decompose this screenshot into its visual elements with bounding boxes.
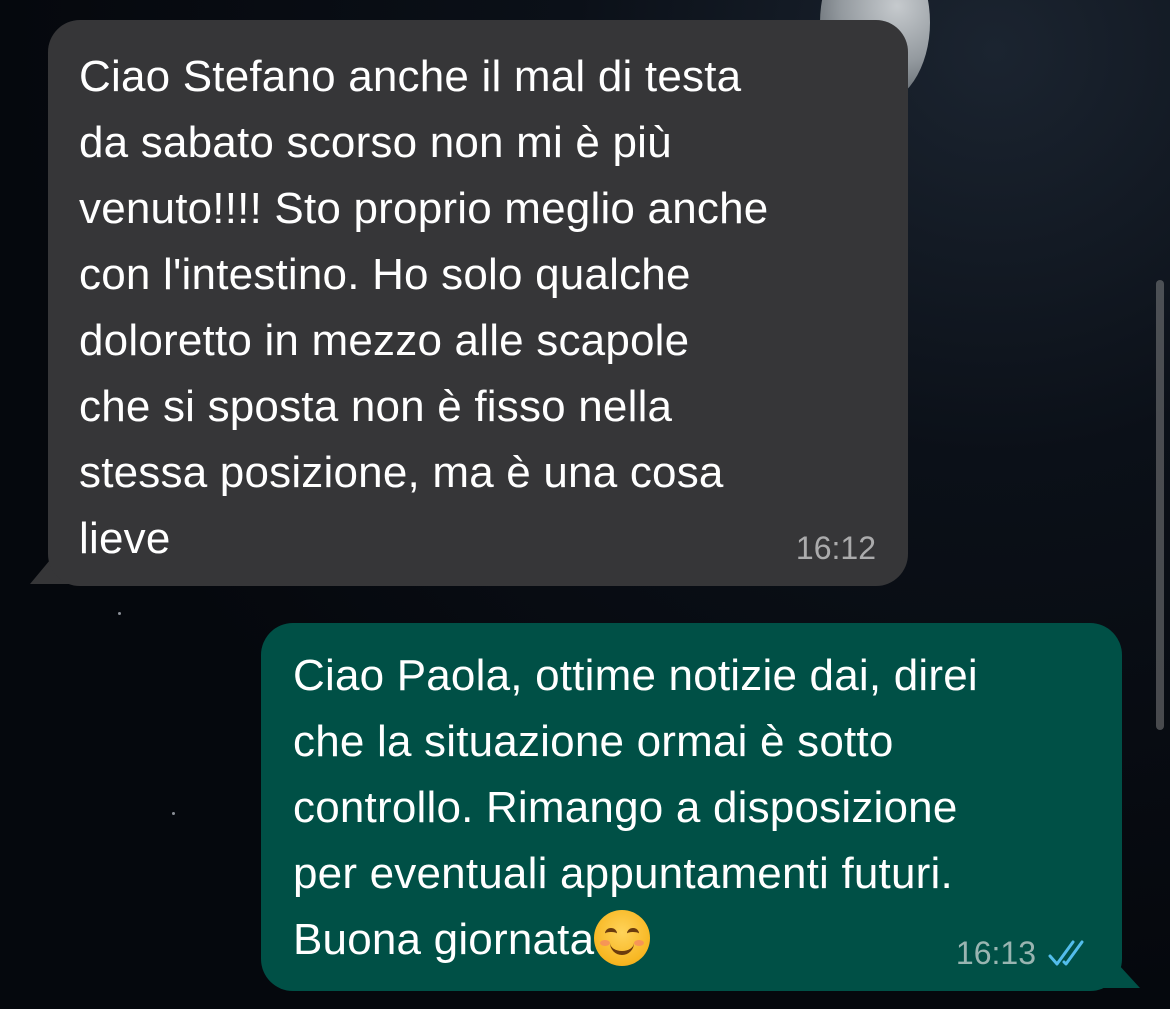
chat-scrollbar[interactable] bbox=[1156, 280, 1164, 730]
incoming-message-bubble[interactable]: Ciao Stefano anche il mal di testa da sa… bbox=[48, 20, 908, 586]
double-check-icon bbox=[1048, 940, 1084, 966]
timestamp-label: 16:13 bbox=[955, 935, 1036, 971]
message-timestamp: 16:13 bbox=[956, 935, 1090, 971]
smiling-face-emoji-icon bbox=[594, 910, 651, 966]
timestamp-label: 16:12 bbox=[795, 530, 876, 566]
outgoing-message-bubble[interactable]: Ciao Paola, ottime notizie dai, direi ch… bbox=[261, 623, 1122, 991]
message-text: Ciao Stefano anche il mal di testa da sa… bbox=[79, 52, 769, 563]
message-text: Ciao Paola, ottime notizie dai, direi ch… bbox=[293, 643, 1092, 973]
wallpaper-star bbox=[118, 612, 121, 615]
message-timestamp: 16:12 bbox=[796, 530, 876, 566]
wallpaper-star bbox=[172, 812, 175, 815]
